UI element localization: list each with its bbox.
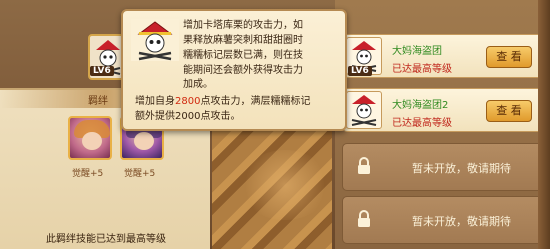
awaken-label: 觉醒+5 xyxy=(124,169,156,179)
lock-icon xyxy=(358,157,370,174)
card-name: 大妈海盗团 xyxy=(392,46,442,57)
tooltip-value-line: 增加自身2800点攻击力，满层糯糯标记 xyxy=(135,95,310,109)
tooltip-value-prefix: 增加自身 xyxy=(135,96,175,107)
avatar-face xyxy=(82,132,102,150)
card-status: 已达最高等级 xyxy=(392,118,452,129)
tooltip-text-line: 加成。 xyxy=(183,79,213,90)
skill-level-badge: LV6 xyxy=(90,66,114,76)
tooltip-text-line: 增加卡塔库栗的攻击力，如 xyxy=(183,20,303,31)
view-button[interactable]: 查 看 xyxy=(486,100,532,122)
lock-icon xyxy=(358,210,370,227)
card-level-badge: LV6 xyxy=(348,66,372,76)
locked-slot-text: 暂未开放，敬请期待 xyxy=(412,162,511,175)
bond-max-level-text: 此羁绊技能已达到最高等级 xyxy=(46,234,166,245)
bond-member-avatar[interactable] xyxy=(68,116,112,160)
tooltip-text-line: 能期间还会额外获得攻击力 xyxy=(183,65,303,76)
tooltip-skill-icon xyxy=(131,19,179,61)
avatar-face xyxy=(134,132,154,150)
tooltip-text-line: 果释放麻薯突刺和甜甜圈时 xyxy=(183,35,303,46)
right-edge-frame xyxy=(538,0,550,249)
tooltip-value-highlight: 2800 xyxy=(175,96,201,107)
tooltip-text-line: 额外提供2000点攻击。 xyxy=(135,111,241,122)
tooltip-value-suffix: 点攻击力，满层糯糯标记 xyxy=(200,96,311,107)
view-button[interactable]: 查 看 xyxy=(486,46,532,68)
card-status: 已达最高等级 xyxy=(392,64,452,75)
bond-panel-title: 羁绊 xyxy=(88,96,108,107)
jolly-roger-icon xyxy=(351,95,377,126)
awaken-label: 觉醒+5 xyxy=(72,169,104,179)
jolly-roger-icon xyxy=(137,21,173,61)
bond-card-thumbnail xyxy=(346,91,382,129)
tooltip-text-line: 糯糯标记层数已满，则在技 xyxy=(183,50,303,61)
card-name: 大妈海盗团2 xyxy=(392,100,449,111)
locked-slot-text: 暂未开放，敬请期待 xyxy=(412,215,511,228)
pillar-glow xyxy=(240,150,330,220)
